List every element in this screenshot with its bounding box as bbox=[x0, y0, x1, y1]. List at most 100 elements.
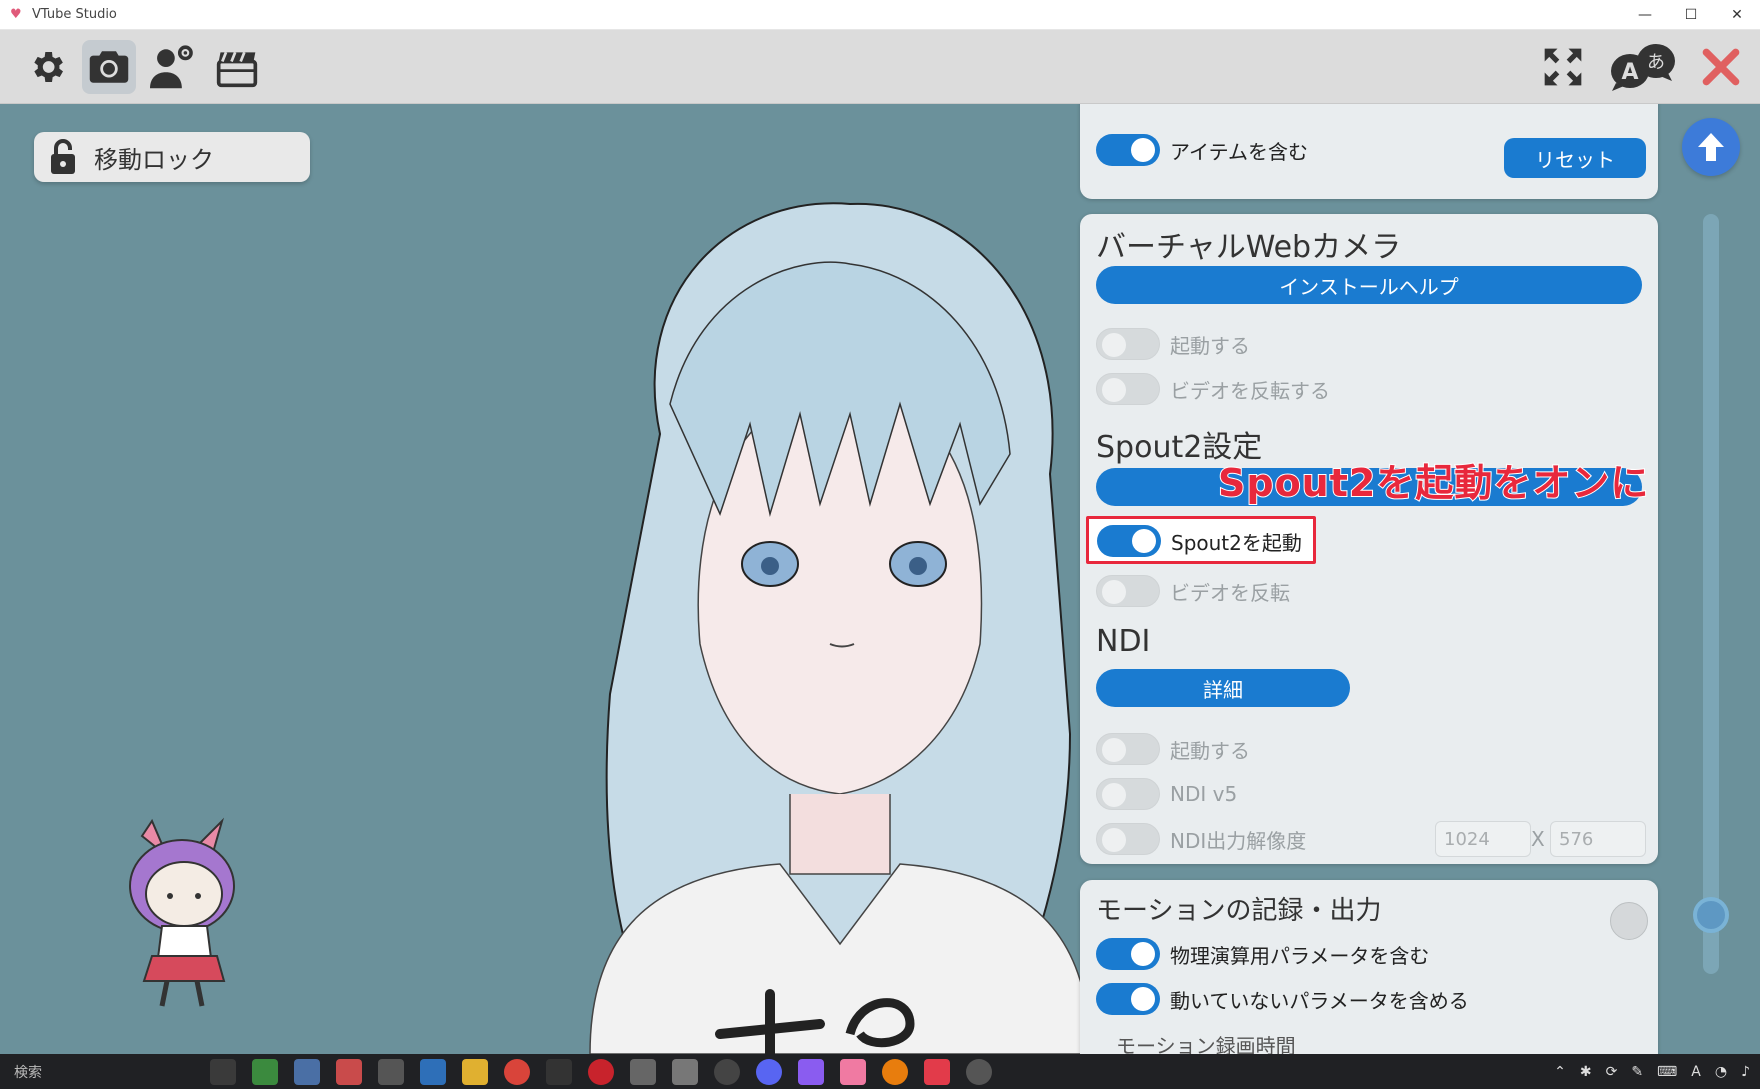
app-green-icon[interactable] bbox=[252, 1058, 278, 1085]
gear-icon[interactable] bbox=[20, 40, 74, 94]
install-help-button[interactable]: インストールヘルプ bbox=[1096, 266, 1642, 304]
include-items-row[interactable]: アイテムを含む bbox=[1096, 132, 1308, 168]
notepad-icon[interactable] bbox=[420, 1058, 446, 1085]
webcam-start-toggle[interactable] bbox=[1096, 328, 1160, 360]
media-player-icon[interactable] bbox=[966, 1058, 992, 1085]
tray-chevron-icon[interactable]: ⌃ bbox=[1554, 1064, 1566, 1080]
reset-button[interactable]: リセット bbox=[1504, 138, 1646, 178]
camera-icon[interactable] bbox=[82, 40, 136, 94]
pinterest-icon[interactable] bbox=[588, 1058, 614, 1085]
move-lock-label: 移動ロック bbox=[94, 145, 214, 174]
minimize-button[interactable]: — bbox=[1622, 0, 1668, 30]
svg-text:あ: あ bbox=[1647, 52, 1665, 73]
window-controls: — ☐ ✕ bbox=[1622, 0, 1760, 30]
ndi-v5-toggle[interactable] bbox=[1096, 778, 1160, 810]
ndi-resolution-row[interactable]: NDI出力解像度 bbox=[1096, 821, 1306, 857]
user-settings-icon[interactable] bbox=[146, 40, 200, 94]
ndi-resolution-label: NDI出力解像度 bbox=[1170, 828, 1307, 853]
sync-icon[interactable]: ⟳ bbox=[1606, 1064, 1618, 1080]
vtube-studio-taskbar-icon[interactable] bbox=[840, 1058, 866, 1085]
close-x-icon[interactable] bbox=[1694, 40, 1748, 94]
arrow-up-icon bbox=[1698, 133, 1724, 161]
language-icon[interactable]: A あ bbox=[1604, 40, 1680, 94]
webcam-start-label: 起動する bbox=[1170, 333, 1250, 358]
vtuber-model-image bbox=[589, 202, 1091, 1054]
model-stage[interactable]: 移動ロック アイテムを含む リセット バーチャルWebカメラ インストールヘルプ… bbox=[0, 104, 1760, 1054]
ndi-resolution-x-label: X bbox=[1531, 827, 1545, 851]
webcam-flip-label: ビデオを反転する bbox=[1170, 378, 1330, 403]
spout2-start-toggle[interactable] bbox=[1097, 525, 1161, 557]
include-static-row[interactable]: 動いていないパラメータを含める bbox=[1096, 981, 1469, 1017]
ndi-start-toggle[interactable] bbox=[1096, 733, 1160, 765]
calculator-icon[interactable] bbox=[294, 1058, 320, 1085]
spout2-start-label: Spout2を起動 bbox=[1171, 530, 1302, 555]
move-lock-button[interactable]: 移動ロック bbox=[34, 132, 310, 182]
padlock-icon bbox=[51, 139, 75, 174]
svg-text:A: A bbox=[1621, 60, 1638, 85]
blender-icon[interactable] bbox=[882, 1058, 908, 1085]
include-items-label: アイテムを含む bbox=[1170, 139, 1308, 164]
app-purple-icon[interactable] bbox=[798, 1058, 824, 1085]
vtube-studio-logo-icon: ♥ bbox=[10, 6, 22, 22]
taskbar-apps bbox=[210, 1058, 992, 1085]
webcam-flip-toggle[interactable] bbox=[1096, 373, 1160, 405]
scroll-top-button[interactable] bbox=[1682, 118, 1740, 176]
keyboard-icon[interactable]: ⌨ bbox=[1657, 1064, 1677, 1080]
spout2-start-highlight: Spout2を起動 bbox=[1086, 516, 1316, 564]
ndi-title: NDI bbox=[1096, 624, 1151, 659]
ndi-v5-label: NDI v5 bbox=[1170, 782, 1238, 806]
webcam-flip-row[interactable]: ビデオを反転する bbox=[1096, 371, 1330, 407]
ndi-resolution-toggle[interactable] bbox=[1096, 823, 1160, 855]
motion-info-button[interactable] bbox=[1610, 902, 1648, 940]
include-physics-row[interactable]: 物理演算用パラメータを含む bbox=[1096, 936, 1429, 972]
title-bar: ♥ VTube Studio — ☐ ✕ bbox=[0, 0, 1760, 30]
maximize-button[interactable]: ☐ bbox=[1668, 0, 1714, 30]
chrome-icon[interactable] bbox=[504, 1058, 530, 1085]
include-static-label: 動いていないパラメータを含める bbox=[1170, 988, 1469, 1013]
windows-taskbar: 検索 ⌃ ✱ ⟳ ✎ ⌨ A ◔ ♪ bbox=[0, 1054, 1760, 1089]
snipping-tool-icon[interactable] bbox=[336, 1058, 362, 1085]
ndi-start-label: 起動する bbox=[1170, 738, 1250, 763]
app-grey-icon[interactable] bbox=[630, 1058, 656, 1085]
network-icon[interactable]: ◔ bbox=[1715, 1064, 1727, 1080]
discord-icon[interactable] bbox=[756, 1058, 782, 1085]
ndi-height-input[interactable]: 576 bbox=[1550, 821, 1646, 857]
spout2-start-row[interactable]: Spout2を起動 bbox=[1097, 523, 1302, 559]
motion-recording-panel: モーションの記録・出力 物理演算用パラメータを含む 動いていないパラメータを含め… bbox=[1080, 880, 1658, 1054]
volume-icon[interactable]: ♪ bbox=[1741, 1064, 1750, 1080]
bluetooth-icon[interactable]: ✱ bbox=[1580, 1064, 1592, 1080]
file-explorer-icon[interactable] bbox=[210, 1058, 236, 1085]
ndi-v5-row[interactable]: NDI v5 bbox=[1096, 776, 1237, 812]
webcam-start-row[interactable]: 起動する bbox=[1096, 326, 1250, 362]
settings-scrollbar[interactable] bbox=[1703, 214, 1719, 974]
settings-scroll-thumb[interactable] bbox=[1693, 897, 1729, 933]
include-static-toggle[interactable] bbox=[1096, 983, 1160, 1015]
music-icon[interactable] bbox=[924, 1058, 950, 1085]
ndi-start-row[interactable]: 起動する bbox=[1096, 731, 1250, 767]
taskbar-search[interactable]: 検索 bbox=[14, 1062, 194, 1082]
settings-app-icon[interactable] bbox=[378, 1058, 404, 1085]
app-line-icon[interactable] bbox=[672, 1058, 698, 1085]
ndi-width-input[interactable]: 1024 bbox=[1435, 821, 1531, 857]
close-window-button[interactable]: ✕ bbox=[1714, 0, 1760, 30]
main-toolbar: A あ bbox=[0, 30, 1760, 104]
include-items-toggle[interactable] bbox=[1096, 134, 1160, 166]
motion-duration-label: モーション録画時間 bbox=[1116, 1034, 1296, 1054]
pen-icon[interactable]: ✎ bbox=[1631, 1064, 1643, 1080]
spout2-flip-toggle[interactable] bbox=[1096, 575, 1160, 607]
obs-icon[interactable] bbox=[714, 1058, 740, 1085]
system-tray: ⌃ ✱ ⟳ ✎ ⌨ A ◔ ♪ bbox=[1554, 1054, 1750, 1089]
clip-studio-icon[interactable] bbox=[546, 1058, 572, 1085]
spout2-flip-label: ビデオを反転 bbox=[1170, 580, 1290, 605]
motion-title: モーションの記録・出力 bbox=[1096, 896, 1382, 926]
window-title: VTube Studio bbox=[32, 7, 117, 22]
clapperboard-icon[interactable] bbox=[210, 40, 264, 94]
include-physics-toggle[interactable] bbox=[1096, 938, 1160, 970]
fullscreen-icon[interactable] bbox=[1536, 40, 1590, 94]
item-settings-panel: アイテムを含む リセット bbox=[1080, 104, 1658, 199]
spout2-flip-row[interactable]: ビデオを反転 bbox=[1096, 573, 1290, 609]
instruction-annotation: Spout2を起動をオンに bbox=[1217, 460, 1650, 506]
folder-icon[interactable] bbox=[462, 1058, 488, 1085]
ime-indicator[interactable]: A bbox=[1691, 1064, 1701, 1080]
ndi-detail-button[interactable]: 詳細 bbox=[1096, 669, 1350, 707]
